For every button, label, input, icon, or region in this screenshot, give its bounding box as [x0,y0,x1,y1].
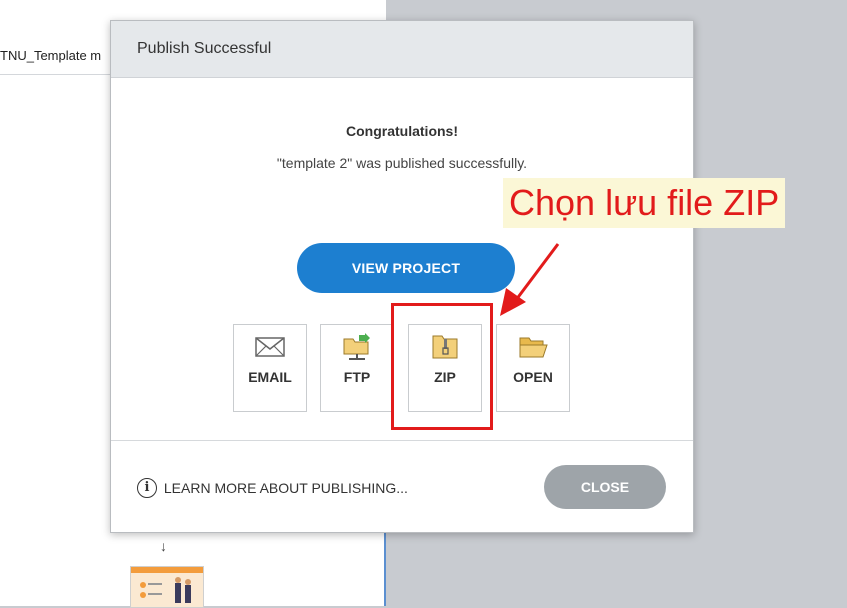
annotation-arrow-icon [500,243,560,316]
